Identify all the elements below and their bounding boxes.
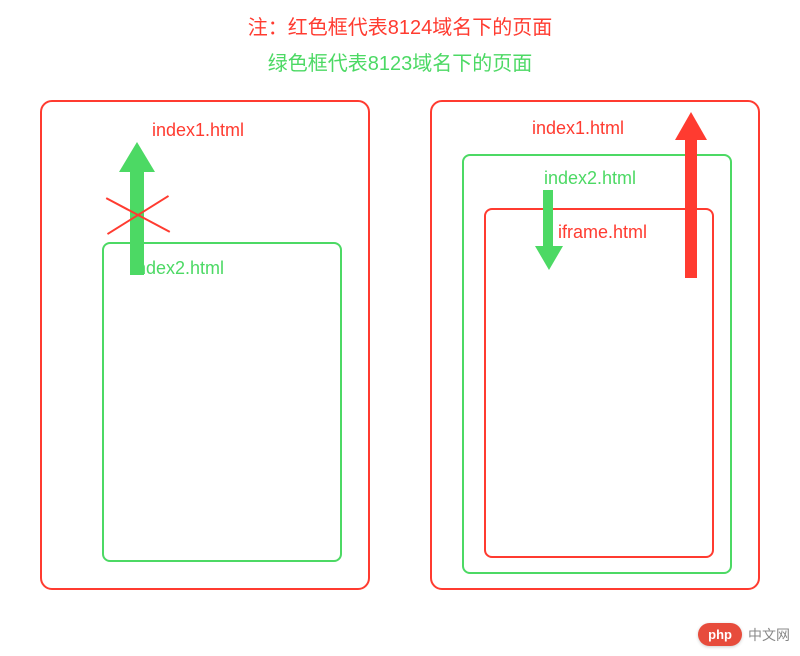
right-mid-label: index2.html (544, 168, 636, 189)
left-outer-label: index1.html (152, 120, 244, 141)
left-inner-box: index2.html (102, 242, 342, 562)
header-line-1: 注：红色框代表8124域名下的页面 (0, 10, 800, 46)
watermark-badge: php (698, 623, 742, 646)
cross-mark-icon (102, 190, 172, 240)
header: 注：红色框代表8124域名下的页面 绿色框代表8123域名下的页面 (0, 0, 800, 82)
left-outer-box: index1.html index2.html (40, 100, 370, 590)
diagram-area: index1.html index2.html index1.html inde… (0, 90, 800, 610)
watermark: php 中文网 (698, 623, 790, 646)
watermark-text: 中文网 (748, 625, 790, 645)
header-line-2: 绿色框代表8123域名下的页面 (0, 46, 800, 82)
red-up-arrow-icon (677, 112, 707, 277)
right-outer-box: index1.html index2.html iframe.html (430, 100, 760, 590)
green-down-arrow-icon (537, 190, 561, 270)
right-inner-label: iframe.html (558, 222, 647, 243)
right-outer-label: index1.html (532, 118, 624, 139)
